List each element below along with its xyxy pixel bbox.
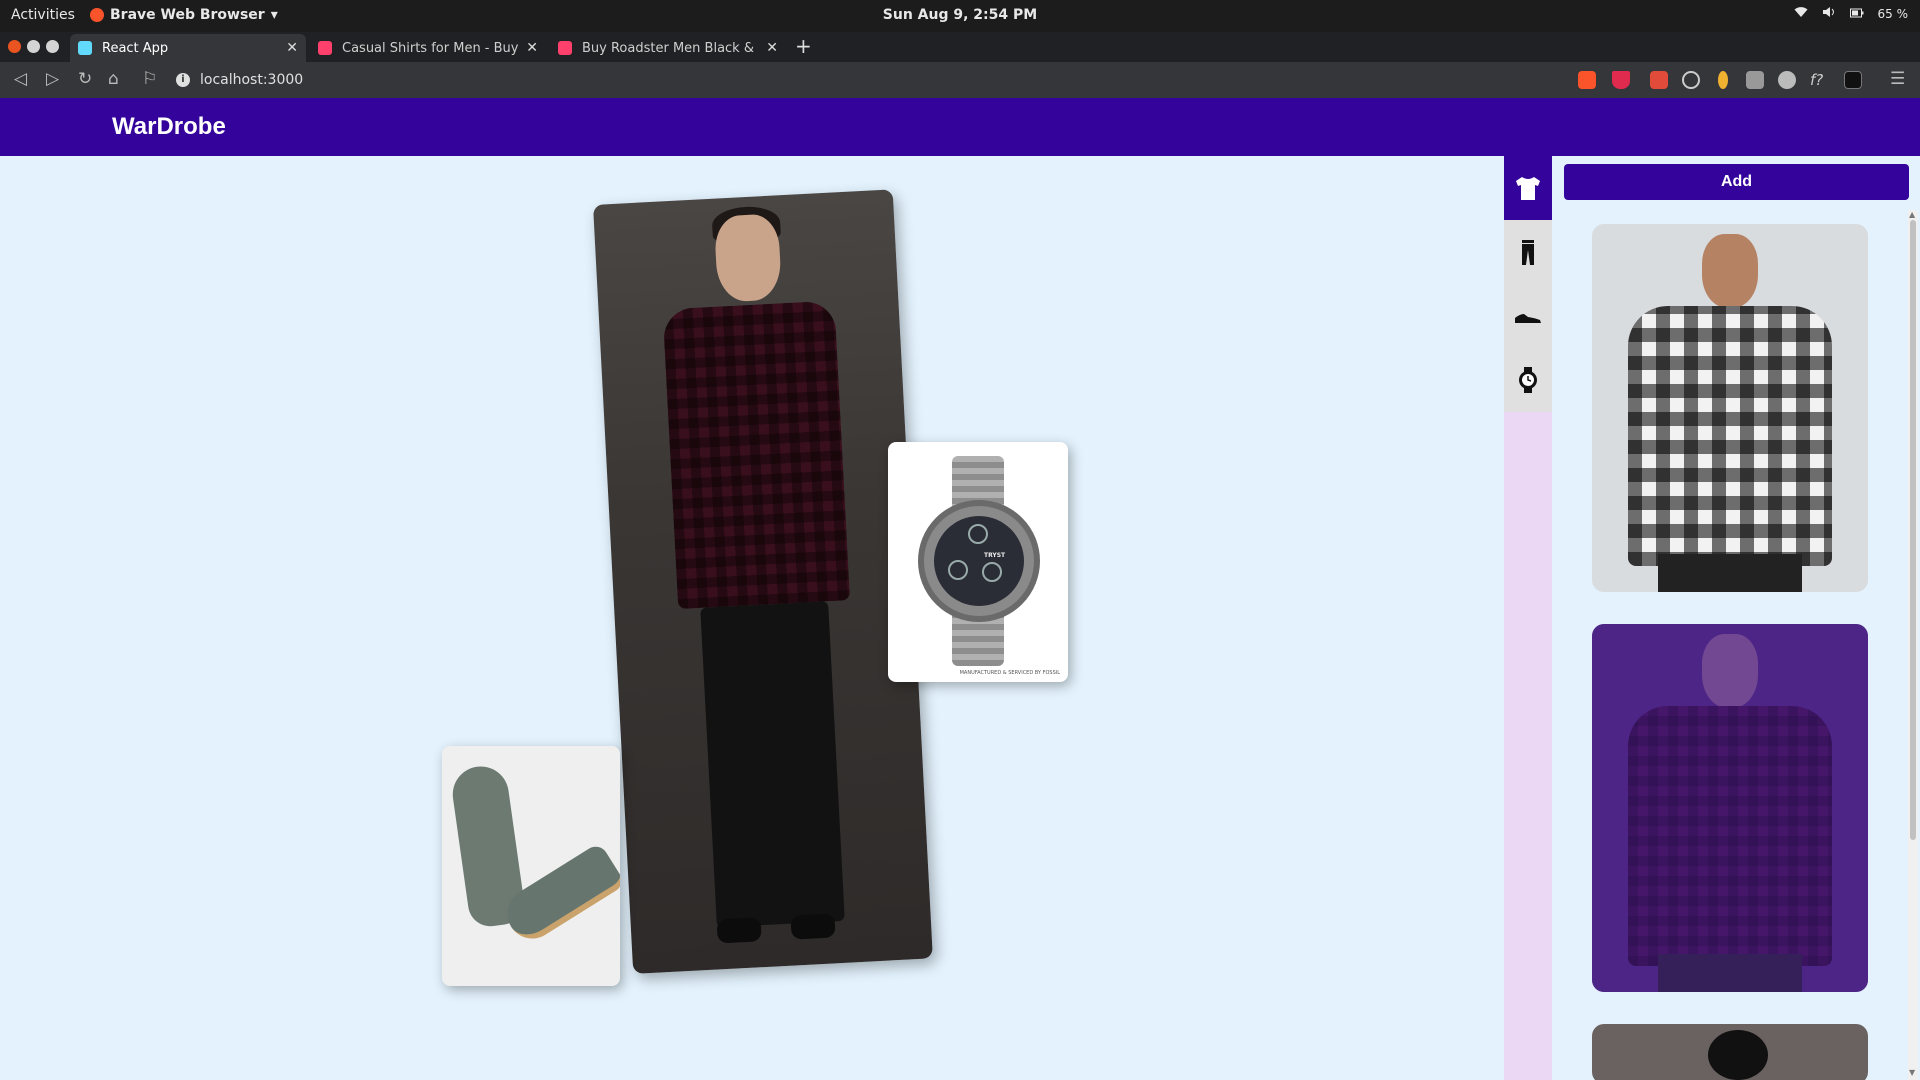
watch-subdial (982, 562, 1002, 582)
battery-icon (1849, 7, 1864, 21)
black-jeans (700, 601, 845, 928)
tab-casual-shirts[interactable]: Casual Shirts for Men - Buy Men ✕ (310, 34, 546, 62)
extension-icon[interactable] (1650, 71, 1668, 89)
brave-rewards-icon[interactable] (1612, 71, 1630, 89)
watch-fine-print: MANUFACTURED & SERVICED BY FOSSIL (959, 670, 1060, 676)
shirt-icon (1516, 177, 1540, 200)
category-pants[interactable] (1504, 220, 1552, 284)
forward-icon[interactable]: ▷ (46, 69, 59, 89)
category-sidebar (1504, 156, 1552, 1080)
myntra-favicon-icon (558, 41, 572, 55)
category-shirts[interactable] (1504, 156, 1552, 220)
tab-react-app[interactable]: React App ✕ (70, 34, 306, 62)
tab-close-icon[interactable]: ✕ (526, 40, 538, 56)
tab-roadster[interactable]: Buy Roadster Men Black & Grey ✕ (550, 34, 786, 62)
shirt-thumbnail[interactable] (1592, 1024, 1868, 1080)
back-icon[interactable]: ◁ (14, 69, 27, 89)
tab-title: Casual Shirts for Men - Buy Men (342, 40, 519, 56)
model-shoe (716, 917, 762, 944)
reload-icon[interactable]: ↻ (78, 69, 92, 89)
panel-scrollbar[interactable] (1908, 210, 1918, 1080)
window-maximize-button[interactable] (46, 40, 59, 53)
browser-menu-icon[interactable]: ☰ (1890, 69, 1905, 89)
tab-close-icon[interactable]: ✕ (766, 40, 778, 56)
bookmark-icon[interactable]: ⚐ (142, 69, 157, 89)
sneakers-image[interactable] (442, 746, 620, 986)
extension-icon[interactable] (1682, 71, 1700, 89)
react-favicon-icon (78, 41, 92, 55)
system-tray[interactable]: 65 % (1794, 6, 1909, 21)
site-info-icon[interactable]: i (176, 73, 190, 87)
battery-percent: 65 % (1877, 6, 1909, 21)
scroll-up-icon[interactable]: ▲ (1909, 210, 1915, 219)
model-shoe (790, 913, 836, 940)
system-top-bar: Activities Brave Web Browser ▾ Sun Aug 9… (0, 0, 1920, 32)
model-jeans (1658, 554, 1802, 592)
model-head (1702, 234, 1758, 308)
watch-brand: TRYST (984, 552, 1006, 559)
clock[interactable]: Sun Aug 9, 2:54 PM (0, 7, 1920, 23)
window-minimize-button[interactable] (27, 40, 40, 53)
tab-title: Buy Roadster Men Black & Grey (582, 40, 758, 56)
shoe-icon (1515, 314, 1541, 323)
item-panel: Add (1552, 156, 1920, 1080)
shirt-and-pants-image[interactable] (593, 189, 933, 974)
shirt-thumbnail[interactable] (1592, 224, 1868, 592)
home-icon[interactable]: ⌂ (108, 69, 119, 89)
app-header: WarDrobe (0, 98, 1920, 156)
extension-icon[interactable] (1718, 71, 1728, 89)
tab-title: React App (102, 40, 169, 56)
scrollbar-thumb[interactable] (1910, 220, 1916, 840)
model-head (713, 213, 783, 303)
browser-toolbar: ◁ ▷ ↻ ⌂ ⚐ i localhost:3000 f? ☰ (0, 62, 1920, 98)
watch-subdial (948, 560, 968, 580)
terminal-extension-icon[interactable] (1844, 71, 1862, 89)
watch-subdial (968, 524, 988, 544)
wifi-icon (1794, 6, 1808, 21)
tab-close-icon[interactable]: ✕ (286, 40, 298, 56)
watch-image[interactable]: TRYST MANUFACTURED & SERVICED BY FOSSIL (888, 442, 1068, 682)
volume-icon (1822, 6, 1836, 21)
brave-shields-icon[interactable] (1578, 71, 1596, 89)
model-hair (1708, 1030, 1768, 1080)
extension-icon[interactable] (1746, 71, 1764, 89)
app-title: WarDrobe (112, 113, 226, 140)
pants-icon (1522, 240, 1534, 265)
category-watches[interactable] (1504, 348, 1552, 412)
add-button[interactable]: Add (1564, 164, 1909, 200)
gingham-shirt (1628, 306, 1832, 566)
new-tab-icon[interactable]: + (795, 34, 812, 58)
url-text: localhost:3000 (200, 72, 304, 88)
plaid-shirt (662, 300, 851, 610)
tab-strip: React App ✕ Casual Shirts for Men - Buy … (0, 32, 1920, 62)
myntra-favicon-icon (318, 41, 332, 55)
selection-overlay (1592, 624, 1868, 992)
watch-icon (1519, 367, 1537, 393)
shirt-thumbnail-selected[interactable] (1592, 624, 1868, 992)
address-bar[interactable]: i localhost:3000 (176, 68, 303, 92)
formula-extension-icon[interactable]: f? (1810, 71, 1828, 89)
extension-icon[interactable] (1778, 71, 1796, 89)
scroll-down-icon[interactable]: ▼ (1909, 1068, 1915, 1077)
window-close-button[interactable] (8, 40, 21, 53)
category-shoes[interactable] (1504, 284, 1552, 348)
window-controls (8, 40, 59, 53)
